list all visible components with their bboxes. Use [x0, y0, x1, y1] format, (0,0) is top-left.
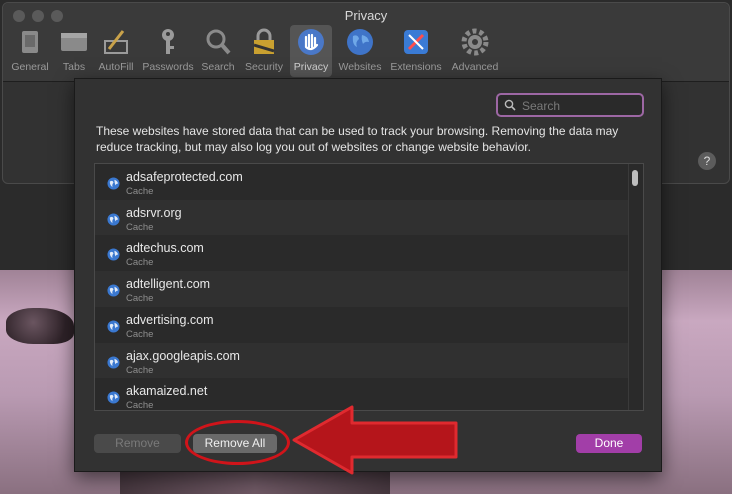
data-type: Cache [126, 186, 154, 197]
toolbar-autofill[interactable]: AutoFill [95, 25, 137, 77]
list-item[interactable]: adtechus.com Cache [95, 235, 629, 271]
general-icon [22, 31, 38, 53]
search-field[interactable] [496, 93, 644, 117]
data-type: Cache [126, 257, 154, 269]
list-item[interactable]: adtelligent.com Cache [95, 271, 629, 307]
window-title: Privacy [344, 8, 388, 23]
toolbar-label: General [11, 61, 49, 73]
remove-button[interactable]: Remove [94, 434, 181, 453]
desktop-rock [6, 308, 74, 344]
website-name: advertising.com [126, 312, 214, 327]
globe-icon [107, 355, 120, 369]
globe-icon [107, 248, 120, 261]
highlight-circle-annotation [185, 420, 290, 465]
search-input[interactable] [520, 96, 642, 116]
list-item[interactable]: adsafeprotected.com Cache [95, 164, 629, 200]
red-arrow-annotation [292, 405, 458, 475]
toolbar-general[interactable]: General [9, 25, 51, 77]
website-list[interactable]: adsafeprotected.com Cache adsrvr.org Cac… [94, 163, 644, 411]
website-name: ajax.googleapis.com [126, 348, 240, 363]
globe-icon [107, 284, 120, 297]
toolbar-tabs[interactable]: Tabs [57, 25, 91, 77]
tabs-icon [61, 33, 87, 51]
toolbar-websites[interactable]: Websites [335, 25, 385, 77]
title-bar: Privacy General Tabs AutoFill Passwords … [3, 3, 729, 82]
scrollbar-thumb[interactable] [632, 170, 638, 186]
list-item[interactable]: advertising.com Cache [95, 307, 629, 343]
toolbar-search[interactable]: Search [200, 25, 236, 77]
data-type: Cache [126, 293, 154, 305]
list-item[interactable]: ajax.googleapis.com Cache [95, 342, 629, 379]
toolbar-label: AutoFill [98, 61, 134, 73]
toolbar-privacy[interactable]: Privacy [290, 25, 332, 77]
globe-icon [107, 213, 120, 226]
toolbar-label: Security [245, 61, 283, 73]
globe-icon [107, 320, 120, 333]
data-type: Cache [126, 364, 154, 376]
list-item[interactable]: adsrvr.org Cache [95, 199, 629, 236]
toolbar-label: Tabs [62, 61, 86, 73]
key-icon [162, 29, 174, 54]
website-name: adsrvr.org [126, 205, 182, 220]
search-icon [504, 99, 516, 111]
extensions-icon [404, 30, 428, 54]
website-name: adtelligent.com [126, 277, 211, 292]
globe-icon [347, 29, 373, 55]
website-name: adtechus.com [126, 241, 204, 256]
list-scrollbar[interactable] [628, 164, 643, 410]
hand-icon [298, 29, 324, 55]
toolbar-label: Extensions [390, 61, 442, 73]
data-type: Cache [126, 221, 154, 233]
padlock-icon [253, 28, 275, 54]
globe-icon [107, 177, 120, 190]
data-type: Cache [126, 328, 154, 340]
data-type: Cache [126, 400, 154, 411]
autofill-icon [104, 30, 128, 54]
help-button[interactable]: ? [698, 152, 716, 170]
toolbar-label: Search [201, 61, 235, 73]
gear-icon [461, 28, 489, 56]
toolbar-advanced[interactable]: Advanced [449, 25, 501, 77]
toolbar-label: Advanced [451, 61, 499, 73]
toolbar-label: Websites [338, 61, 382, 73]
website-name: adsafeprotected.com [126, 170, 243, 184]
toolbar-label: Privacy [293, 61, 329, 73]
description-text: These websites have stored data that can… [96, 124, 619, 154]
toolbar-label: Passwords [142, 61, 194, 73]
toolbar-extensions[interactable]: Extensions [388, 25, 444, 77]
toolbar-security[interactable]: Security [241, 25, 287, 77]
globe-icon [107, 391, 120, 404]
done-button[interactable]: Done [576, 434, 642, 453]
website-name: akamaized.net [126, 384, 208, 399]
toolbar-passwords[interactable]: Passwords [139, 25, 197, 77]
magnifier-icon [206, 29, 231, 55]
